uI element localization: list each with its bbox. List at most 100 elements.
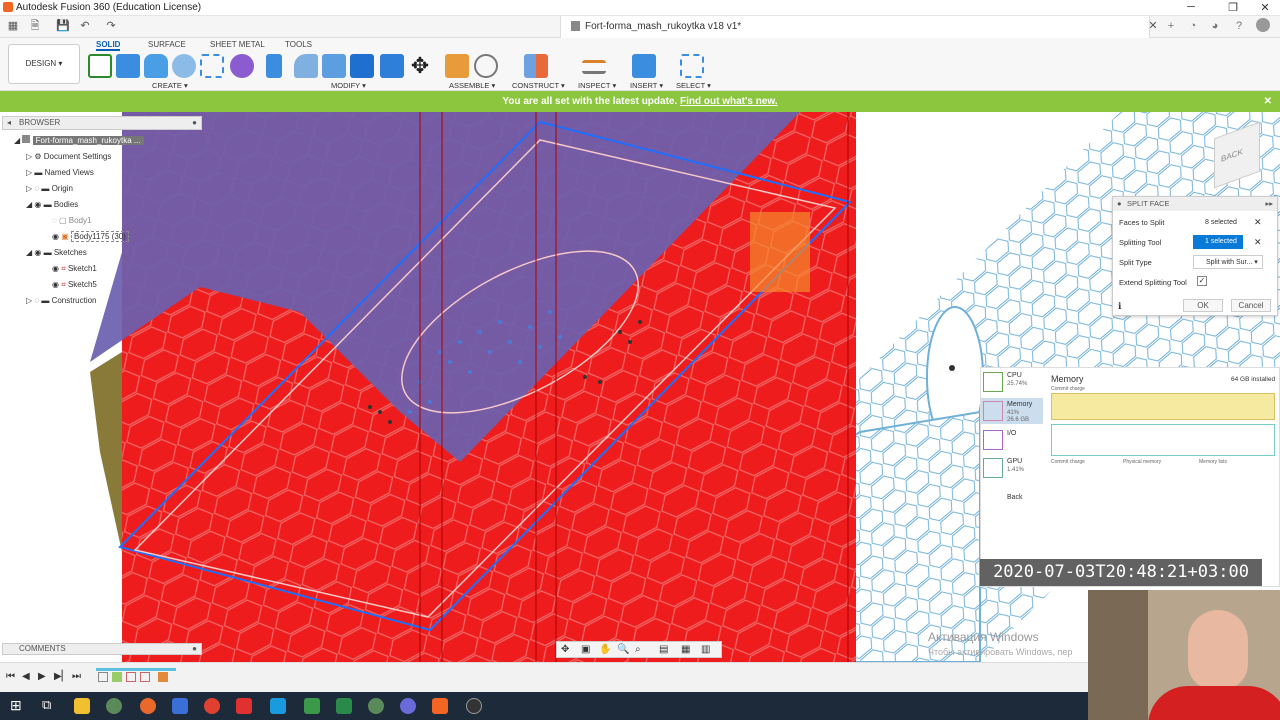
tree-node-origin[interactable]: ▷ ◌ ▬ Origin — [14, 182, 202, 196]
save-icon[interactable]: 💾 — [56, 19, 70, 33]
pin-icon[interactable]: ● — [192, 117, 197, 129]
combine-icon[interactable] — [380, 54, 404, 78]
app-icon[interactable] — [466, 698, 482, 714]
comments-pin-icon[interactable]: ● — [192, 644, 197, 654]
go-to-start-icon[interactable]: ⏮ — [6, 671, 15, 682]
fillet-icon[interactable] — [294, 54, 318, 78]
maximize-button[interactable]: ❐ — [1218, 1, 1248, 14]
chamfer-icon[interactable] — [322, 54, 346, 78]
comments-panel[interactable]: COMMENTS ● — [2, 643, 202, 655]
app-icon[interactable] — [304, 698, 320, 714]
faces-selection[interactable]: 8 selected — [1193, 216, 1243, 230]
group-construct[interactable]: CONSTRUCT ▾ — [512, 81, 565, 90]
collapse-icon[interactable]: ◂ — [7, 117, 11, 129]
excel-icon[interactable] — [336, 698, 352, 714]
fusion-taskbar-icon[interactable] — [432, 698, 448, 714]
windows-start-icon[interactable]: ⊞ — [10, 697, 22, 714]
timeline-feature-icon[interactable] — [126, 672, 136, 682]
tree-node-body1[interactable]: ◌ ▢ Body1 — [14, 214, 202, 228]
play-icon[interactable]: ▶ — [38, 671, 46, 682]
workspace-switcher[interactable]: DESIGN ▾ — [8, 44, 80, 84]
file-icon[interactable]: 🗎 — [28, 19, 42, 33]
group-insert[interactable]: INSERT ▾ — [630, 81, 663, 90]
banner-link[interactable]: Find out what's new. — [680, 96, 778, 107]
tree-node-named-views[interactable]: ▷ ▬ Named Views — [14, 166, 202, 180]
chrome-icon[interactable] — [204, 698, 220, 714]
tab-tools[interactable]: TOOLS — [285, 40, 312, 49]
tree-root[interactable]: ◢ Fort-forma_mash_rukoytka ... — [14, 134, 202, 148]
fit-icon[interactable]: ⌕ — [635, 644, 641, 655]
tree-node-document-settings[interactable]: ▷ ⚙ Document Settings — [14, 150, 202, 164]
display-settings-icon[interactable]: ▤ — [659, 644, 668, 655]
group-assemble[interactable]: ASSEMBLE ▾ — [449, 81, 495, 90]
measure-icon[interactable] — [582, 60, 606, 74]
tab-surface[interactable]: SURFACE — [148, 40, 186, 49]
create-sketch-icon[interactable] — [88, 54, 112, 78]
go-to-end-icon[interactable]: ⏭ — [72, 671, 81, 682]
grid-settings-icon[interactable]: ▦ — [681, 644, 690, 655]
timeline-feature-icon[interactable] — [98, 672, 108, 682]
group-inspect[interactable]: INSPECT ▾ — [578, 81, 616, 90]
clear-tool-icon[interactable]: ✕ — [1254, 237, 1262, 248]
close-window-button[interactable]: ✕ — [1250, 1, 1280, 14]
offset-plane-icon[interactable] — [524, 54, 548, 78]
viber-icon[interactable] — [400, 698, 416, 714]
info-icon[interactable]: ℹ — [1118, 301, 1121, 312]
tree-node-body1175[interactable]: ◉ ▣ Body1175 (30) — [14, 230, 202, 244]
cpu-label[interactable]: CPU — [1007, 372, 1022, 379]
cancel-button[interactable]: Cancel — [1231, 299, 1271, 312]
group-create[interactable]: CREATE ▾ — [152, 81, 188, 90]
insert-image-icon[interactable] — [632, 54, 656, 78]
step-back-icon[interactable]: ◀ — [22, 671, 30, 682]
extrude-icon[interactable] — [144, 54, 168, 78]
minimize-button[interactable]: ─ — [1176, 1, 1206, 13]
io-label[interactable]: I/O — [1007, 430, 1016, 437]
jobs-icon[interactable]: ◔ — [1186, 19, 1200, 33]
clear-faces-icon[interactable]: ✕ — [1254, 217, 1262, 228]
form-icon[interactable] — [230, 54, 254, 78]
undo-icon[interactable]: ↶ — [78, 19, 92, 33]
tree-node-sketch1[interactable]: ◉ ⌗ Sketch1 — [14, 262, 202, 276]
pan-icon[interactable]: ✋ — [599, 644, 611, 655]
zoom-icon[interactable]: 🔍 — [617, 644, 629, 655]
redo-icon[interactable]: ↷ — [104, 19, 118, 33]
timeline-feature-icon[interactable] — [112, 672, 122, 682]
move-icon[interactable]: ✥ — [408, 54, 432, 78]
tree-node-sketches[interactable]: ◢ ◉ ▬ Sketches — [14, 246, 202, 260]
group-modify[interactable]: MODIFY ▾ — [331, 81, 366, 90]
tree-node-construction[interactable]: ▷ ◌ ▬ Construction — [14, 294, 202, 308]
joint-icon[interactable] — [474, 54, 498, 78]
grid-menu-icon[interactable]: ▦ — [6, 19, 20, 33]
timeline-feature-icon[interactable] — [140, 672, 150, 682]
close-banner-icon[interactable]: ✕ — [1264, 91, 1272, 112]
pdf-icon[interactable] — [236, 698, 252, 714]
look-at-icon[interactable]: ▣ — [581, 644, 590, 655]
extend-checkbox[interactable]: ✓ — [1197, 276, 1207, 286]
app-icon[interactable] — [368, 698, 384, 714]
create-box-icon[interactable] — [116, 54, 140, 78]
press-pull-icon[interactable] — [266, 54, 282, 78]
help-icon[interactable]: ? — [1232, 19, 1246, 33]
app-icon[interactable] — [172, 698, 188, 714]
task-view-icon[interactable]: ⧉ — [42, 697, 51, 713]
tree-node-bodies[interactable]: ◢ ◉ ▬ Bodies — [14, 198, 202, 212]
tree-node-sketch5[interactable]: ◉ ⌗ Sketch5 — [14, 278, 202, 292]
skype-icon[interactable] — [270, 698, 286, 714]
group-select[interactable]: SELECT ▾ — [676, 81, 711, 90]
timeline-feature-icon[interactable] — [158, 672, 168, 682]
split-type-dropdown[interactable]: Split with Sur... ▾ — [1193, 255, 1263, 269]
firefox-icon[interactable] — [140, 698, 156, 714]
orbit-icon[interactable]: ✥ — [561, 644, 569, 655]
document-tab[interactable]: Fort-forma_mash_rukoytka v18 v1* — [560, 16, 1150, 38]
file-explorer-icon[interactable] — [74, 698, 90, 714]
avatar[interactable] — [1256, 18, 1270, 32]
dialog-header[interactable]: ● SPLIT FACE ▸▸ — [1113, 197, 1277, 211]
dialog-collapse-icon[interactable]: ● — [1117, 197, 1122, 211]
back-link[interactable]: Back — [1007, 494, 1023, 501]
app-icon[interactable] — [106, 698, 122, 714]
new-component-icon[interactable] — [445, 54, 469, 78]
pattern-icon[interactable] — [200, 54, 224, 78]
tab-solid[interactable]: SOLID — [96, 40, 121, 51]
new-tab-icon[interactable]: + — [1164, 19, 1178, 33]
shell-icon[interactable] — [350, 54, 374, 78]
